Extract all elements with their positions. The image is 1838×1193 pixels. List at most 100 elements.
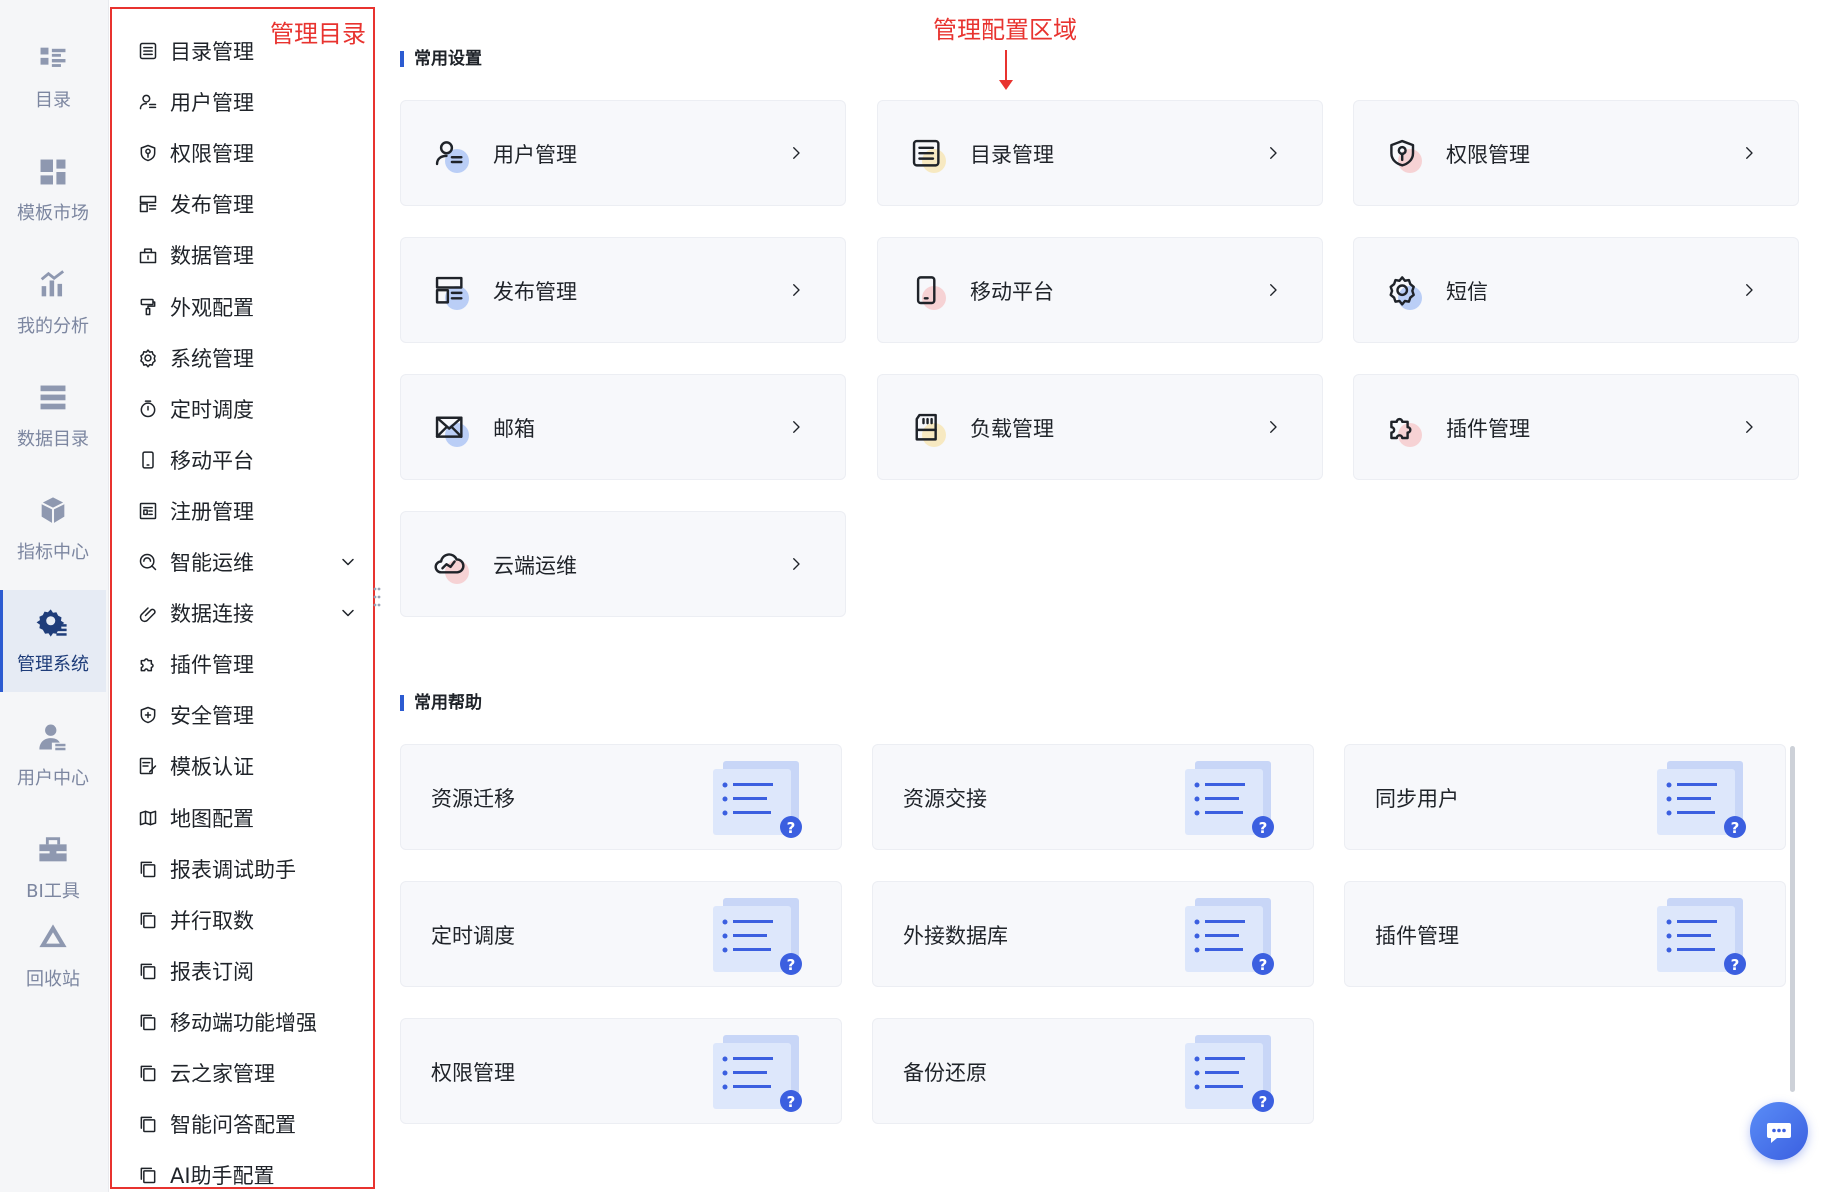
shield-key-icon — [140, 144, 156, 162]
template-market-icon — [40, 159, 66, 185]
help-card[interactable]: 权限管理 ? — [400, 1018, 842, 1124]
directory-item[interactable]: 定时调度 — [138, 391, 358, 427]
help-document-icon: ? — [1185, 761, 1274, 838]
chevron-right-icon — [1270, 284, 1277, 296]
setting-card-label: 邮箱 — [493, 417, 535, 441]
help-document-icon: ? — [1185, 898, 1274, 975]
help-card[interactable]: 定时调度 ? — [400, 881, 842, 987]
directory-item[interactable]: 数据管理 — [138, 237, 358, 273]
svg-text:?: ? — [787, 819, 796, 837]
stopwatch-icon — [140, 400, 156, 417]
setting-card-label: 短信 — [1446, 280, 1488, 304]
directory-item[interactable]: 外观配置 — [138, 289, 358, 325]
setting-card[interactable]: 权限管理 — [1353, 100, 1799, 206]
directory-item[interactable]: 系统管理 — [138, 340, 358, 376]
directory-item-label: 智能问答配置 — [170, 1113, 296, 1138]
chevron-right-icon — [1746, 147, 1753, 159]
directory-item-label: 报表订阅 — [170, 959, 254, 984]
management-directory-panel: 目录管理 用户管理 权限管理 发布管理 数据管理 外观配置 系统管理 定时调度 移动平台 注册管理… — [110, 7, 375, 1189]
help-card[interactable]: 外接数据库 ? — [872, 881, 1314, 987]
help-document-icon: ? — [1185, 1035, 1274, 1112]
config-area-annotation: 管理配置区域 — [933, 16, 1077, 44]
help-card-label: 权限管理 — [431, 1061, 515, 1085]
setting-card[interactable]: 目录管理 — [877, 100, 1323, 206]
setting-card[interactable]: 邮箱 — [400, 374, 846, 480]
directory-item-label: 并行取数 — [170, 908, 254, 933]
rail-item-recycle[interactable]: 回收站 — [0, 905, 106, 1007]
link-clip-icon — [139, 607, 156, 623]
directory-item-label: 模板认证 — [170, 755, 254, 780]
help-card[interactable]: 同步用户 ? — [1344, 744, 1786, 850]
chat-assistant-button[interactable] — [1750, 1102, 1808, 1160]
help-card[interactable]: 备份还原 ? — [872, 1018, 1314, 1124]
help-card[interactable]: 插件管理 ? — [1344, 881, 1786, 987]
chevron-down-icon[interactable] — [338, 603, 358, 623]
ops-icon — [139, 553, 157, 571]
copy-icon — [140, 1167, 156, 1184]
directory-item[interactable]: 用户管理 — [138, 84, 358, 120]
directory-item[interactable]: 智能运维 — [138, 544, 358, 580]
directory-item[interactable]: 权限管理 — [138, 135, 358, 171]
directory-item[interactable]: AI助手配置 — [138, 1157, 358, 1193]
user-icon — [139, 94, 157, 110]
directory-item[interactable]: 报表调试助手 — [138, 851, 358, 887]
rail-item-template-market[interactable]: 模板市场 — [0, 139, 106, 241]
setting-card[interactable]: 负载管理 — [877, 374, 1323, 480]
setting-card[interactable]: 短信 — [1353, 237, 1799, 343]
rail-item-label: 模板市场 — [17, 203, 89, 224]
gear-icon — [140, 348, 156, 368]
paint-roller-icon — [140, 298, 156, 315]
directory-item[interactable]: 移动端功能增强 — [138, 1004, 358, 1040]
chevron-right-icon — [1746, 421, 1753, 433]
setting-card[interactable]: 用户管理 — [400, 100, 846, 206]
directory-item[interactable]: 模板认证 — [138, 748, 358, 784]
rail-item-data-catalog[interactable]: 数据目录 — [0, 365, 106, 467]
directory-item[interactable]: 数据连接 — [138, 595, 358, 631]
recycle-icon — [39, 924, 67, 948]
chevron-right-icon — [1270, 147, 1277, 159]
directory-item[interactable]: 云之家管理 — [138, 1055, 358, 1091]
rail-item-toolbox[interactable]: BI工具 — [0, 817, 106, 919]
help-document-icon: ? — [713, 898, 802, 975]
directory-item[interactable]: 报表订阅 — [138, 953, 358, 989]
rail-item-metrics[interactable]: 指标中心 — [0, 478, 106, 580]
setting-card-label: 负载管理 — [970, 417, 1054, 441]
publish-icon — [435, 276, 469, 310]
directory-item[interactable]: 注册管理 — [138, 493, 358, 529]
setting-card[interactable]: 移动平台 — [877, 237, 1323, 343]
chevron-down-icon[interactable] — [338, 552, 358, 572]
directory-item[interactable]: 并行取数 — [138, 902, 358, 938]
setting-card[interactable]: 发布管理 — [400, 237, 846, 343]
directory-item-label: 云之家管理 — [170, 1062, 275, 1086]
user-center-icon — [39, 724, 66, 751]
help-card-label: 插件管理 — [1375, 924, 1459, 948]
setting-card[interactable]: 云端运维 — [400, 511, 846, 617]
register-icon — [139, 502, 157, 520]
svg-text:?: ? — [1259, 956, 1268, 974]
rail-item-analysis[interactable]: 我的分析 — [0, 252, 106, 354]
svg-text:?: ? — [787, 956, 796, 974]
rail-item-catalog[interactable]: 目录 — [0, 26, 106, 128]
help-card[interactable]: 资源迁移 ? — [400, 744, 842, 850]
rail-item-management-gear[interactable]: 管理系统 — [0, 590, 106, 692]
rail-item-user-center[interactable]: 用户中心 — [0, 704, 106, 806]
certify-icon — [139, 758, 157, 775]
copy-icon — [140, 1116, 156, 1133]
directory-item[interactable]: 智能问答配置 — [138, 1106, 358, 1142]
svg-text:?: ? — [1731, 956, 1740, 974]
directory-item[interactable]: 移动平台 — [138, 442, 358, 478]
setting-card[interactable]: 插件管理 — [1353, 374, 1799, 480]
directory-item[interactable]: 发布管理 — [138, 186, 358, 222]
help-card-label: 备份还原 — [903, 1061, 987, 1085]
help-card-label: 定时调度 — [431, 924, 515, 948]
directory-item[interactable]: 插件管理 — [138, 646, 358, 682]
directory-item[interactable]: 地图配置 — [138, 800, 358, 836]
setting-card-label: 插件管理 — [1446, 417, 1530, 441]
chevron-right-icon — [793, 421, 800, 433]
left-nav-rail: 目录模板市场我的分析数据目录指标中心 管理系统用户中心 BI工具 回收站 — [0, 0, 109, 1192]
help-card[interactable]: 资源交接 ? — [872, 744, 1314, 850]
directory-item-label: 报表调试助手 — [170, 857, 296, 882]
chevron-right-icon — [1746, 284, 1753, 296]
directory-item[interactable]: 安全管理 — [138, 697, 358, 733]
scrollbar[interactable] — [1790, 746, 1795, 1092]
